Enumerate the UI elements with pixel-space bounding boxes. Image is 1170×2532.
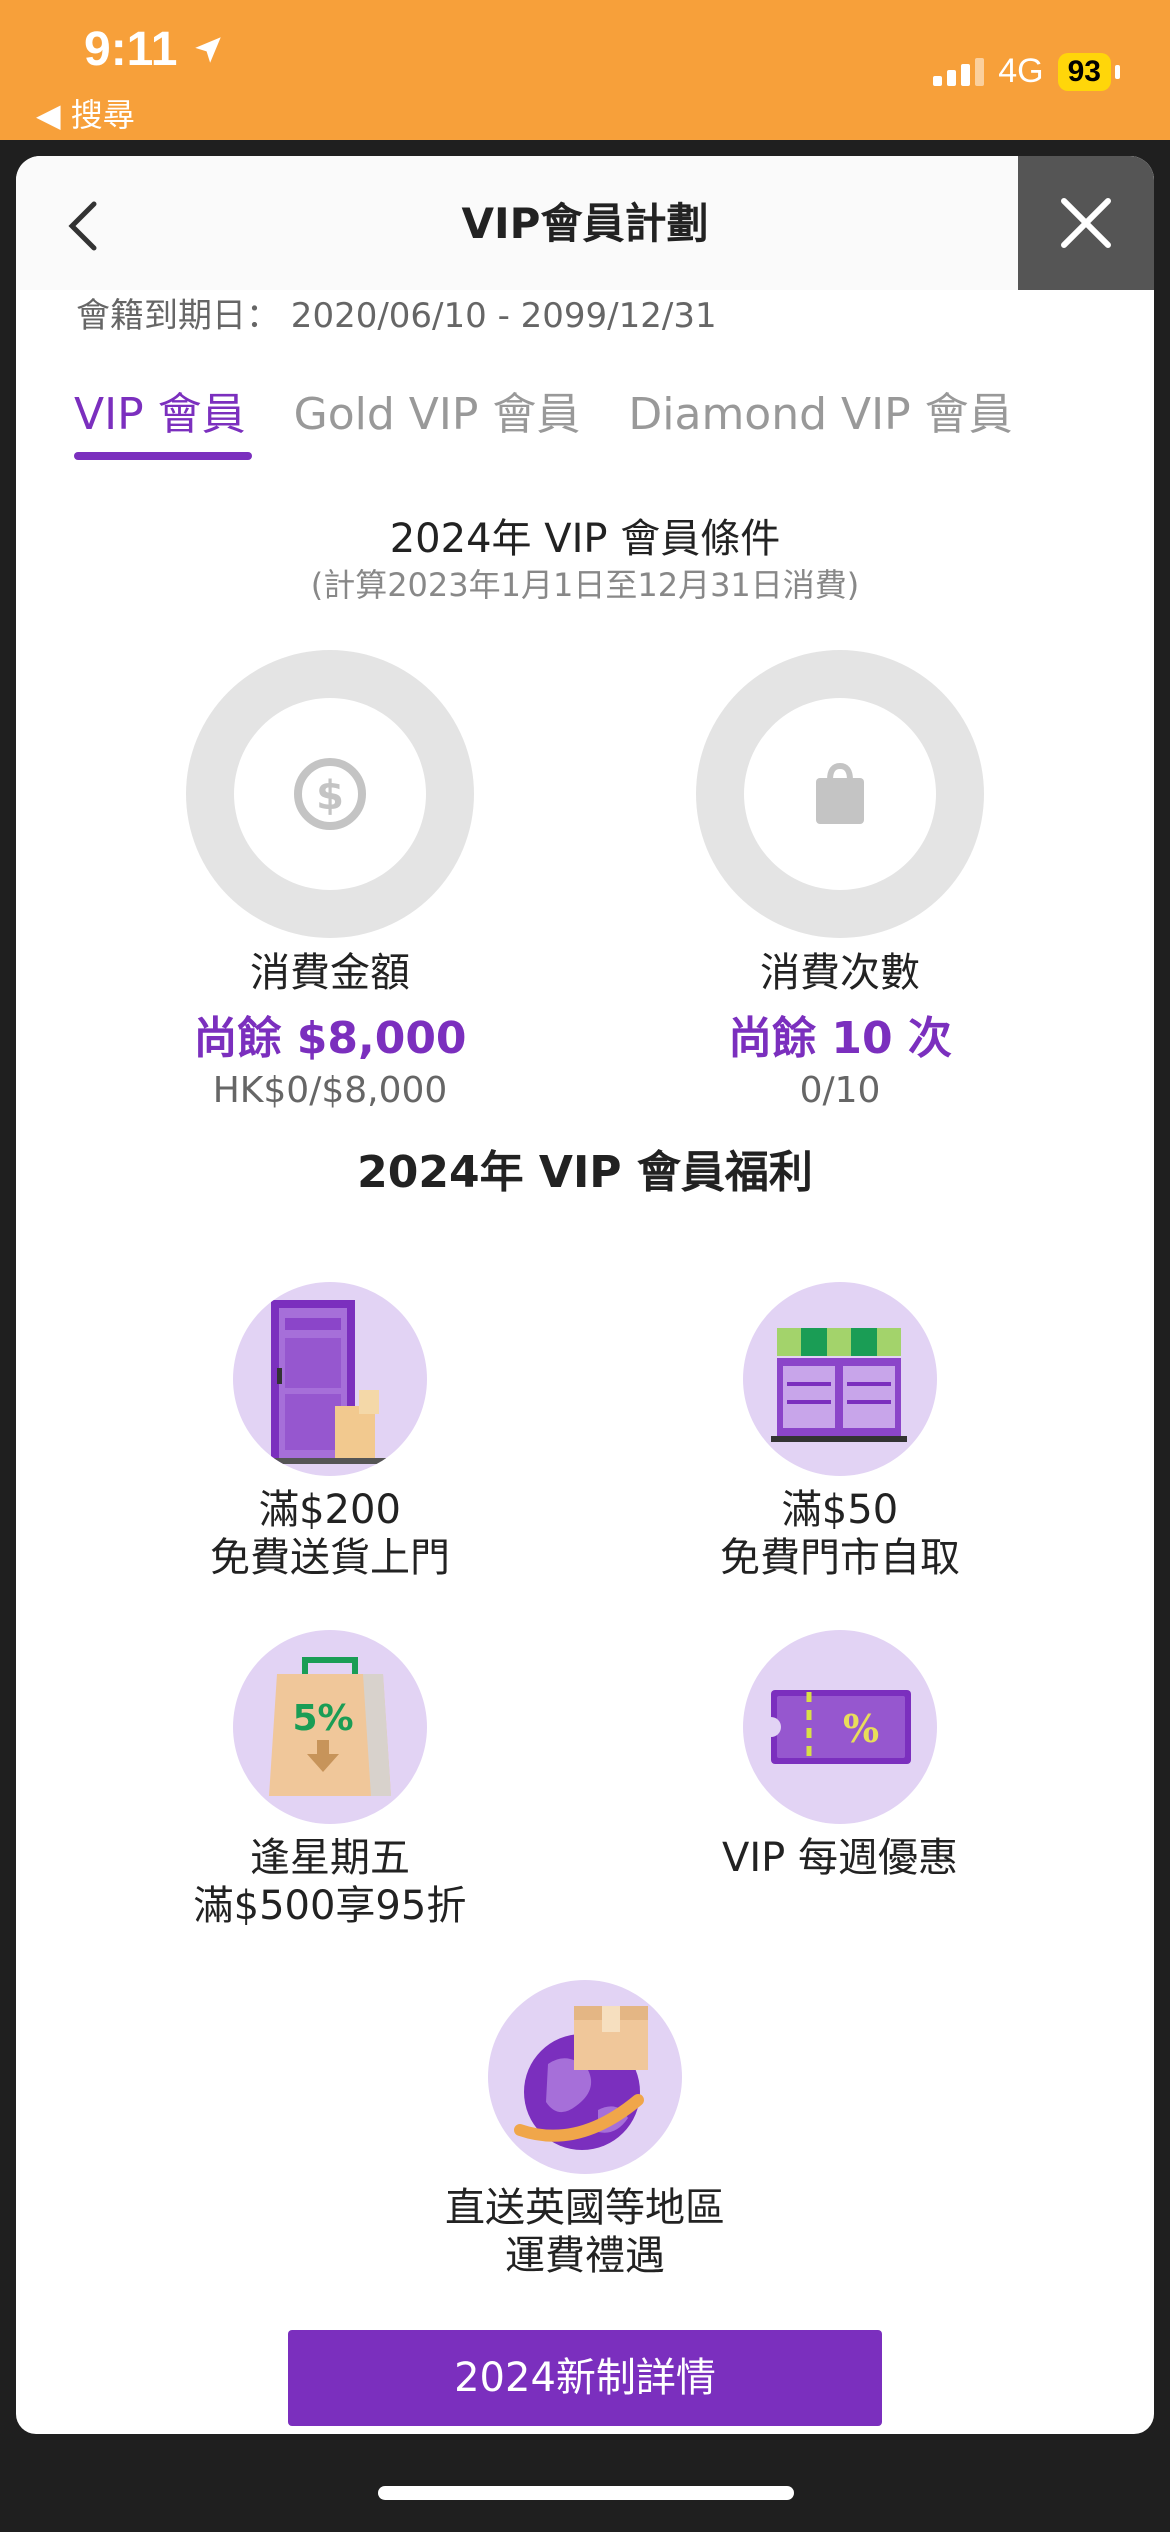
shopping-bag-icon (816, 762, 864, 824)
benefit-line1: VIP 每週優惠 (722, 1835, 958, 1881)
2024-details-button[interactable]: 2024新制詳情 (288, 2330, 882, 2426)
benefit-store-pickup: 滿$50 免費門市自取 (590, 1282, 1090, 1582)
benefits-title: 2024年 VIP 會員福利 (357, 1147, 813, 1198)
benefit-line1: 逢星期五 (250, 1835, 410, 1881)
benefit-line1: 滿$200 (259, 1487, 401, 1533)
global-shipping-icon (488, 1980, 682, 2174)
page-title: VIP會員計劃 (461, 199, 709, 248)
battery-icon: 93 (1057, 52, 1111, 91)
dollar-coin-icon: $ (294, 758, 366, 830)
status-time: 9:11 (84, 22, 225, 77)
membership-expiry: 會籍到期日： 2020/06/10 - 2099/12/31 (76, 296, 717, 336)
benefit-line1: 直送英國等地區 (445, 2185, 725, 2231)
condition-remaining: 尚餘 $8,000 (193, 1013, 467, 1064)
benefit-uk-shipping: 直送英國等地區 運費禮遇 (335, 1980, 835, 2280)
spending-amount-progress-ring: $ (186, 650, 474, 938)
discount-bag-icon: 5% (233, 1630, 427, 1824)
discount-badge: 5% (292, 1698, 353, 1739)
sheet-header: VIP會員計劃 (16, 156, 1154, 290)
spending-count-progress-ring (696, 650, 984, 938)
condition-remaining: 尚餘 10 次 (728, 1013, 952, 1064)
close-button[interactable] (1018, 156, 1154, 290)
condition-name: 消費金額 (250, 950, 410, 996)
conditions-subtitle: (計算2023年1月1日至12月31日消費) (310, 566, 860, 604)
back-to-app-link[interactable]: ◀ 搜尋 (36, 90, 135, 136)
tab-diamond-vip[interactable]: Diamond VIP 會員 (628, 378, 1012, 442)
condition-name: 消費次數 (760, 950, 920, 996)
benefit-free-delivery: 滿$200 免費送貨上門 (80, 1282, 580, 1582)
spending-amount-condition: 消費金額 尚餘 $8,000 HK$0/$8,000 (130, 940, 530, 1111)
tab-gold-vip[interactable]: Gold VIP 會員 (294, 378, 581, 442)
store-pickup-icon (743, 1282, 937, 1476)
home-indicator[interactable] (378, 2486, 794, 2500)
benefit-line2: 滿$500享95折 (193, 1883, 467, 1929)
vip-program-sheet: VIP會員計劃 會籍到期日： 2020/06/10 - 2099/12/31 V… (16, 156, 1154, 2434)
benefit-friday-discount: 5% 逢星期五 滿$500享95折 (80, 1630, 580, 1930)
condition-progress: HK$0/$8,000 (212, 1070, 448, 1111)
benefit-line1: 滿$50 (781, 1487, 899, 1533)
tier-tabs: VIP 會員 Gold VIP 會員 Diamond VIP 會員 (74, 378, 1013, 460)
coupon-icon: % (743, 1630, 937, 1824)
svg-text:$: $ (316, 773, 344, 819)
benefit-weekly-offer: % VIP 每週優惠 (590, 1630, 1090, 1882)
benefit-line2: 運費禮遇 (505, 2233, 665, 2279)
tab-vip[interactable]: VIP 會員 (74, 378, 252, 460)
spending-count-condition: 消費次數 尚餘 10 次 0/10 (640, 940, 1040, 1111)
network-type: 4G (998, 52, 1044, 90)
location-arrow-icon (195, 37, 221, 63)
conditions-title: 2024年 VIP 會員條件 (389, 516, 781, 562)
close-icon (1061, 198, 1111, 248)
condition-progress: 0/10 (799, 1070, 881, 1111)
benefit-line2: 免費送貨上門 (210, 1535, 450, 1581)
cellular-signal-icon (933, 57, 985, 86)
benefit-line2: 免費門市自取 (720, 1535, 960, 1581)
status-bar: 9:11 ◀ 搜尋 4G 93 (0, 0, 1170, 140)
coupon-badge: % (843, 1706, 879, 1751)
door-delivery-icon (233, 1282, 427, 1476)
